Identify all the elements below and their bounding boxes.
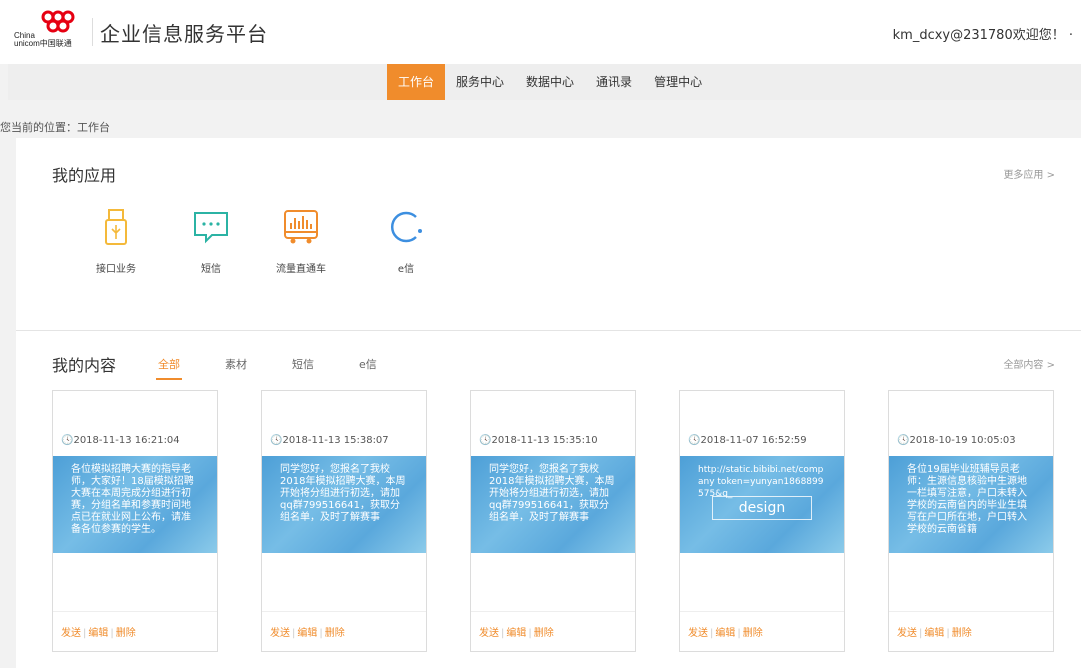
more-apps-link[interactable]: 更多应用 >	[1003, 166, 1055, 181]
design-watermark: design	[712, 496, 812, 520]
edit-button[interactable]: 编辑	[715, 628, 735, 639]
card-actions: 发送 | 编辑 | 删除	[471, 611, 635, 651]
edit-button[interactable]: 编辑	[924, 628, 944, 639]
tab-sms[interactable]: 短信	[292, 356, 314, 380]
clock-icon: 🕓	[479, 435, 492, 446]
action-separator: |	[946, 628, 950, 639]
card-preview: 各位模拟招聘大赛的指导老师，大家好！18届模拟招聘大赛在本周完成分组进行初赛，分…	[53, 456, 217, 553]
send-button[interactable]: 发送	[688, 628, 708, 639]
card-preview-text: 同学您好，您报名了我校2018年模拟招聘大赛，本周开始将分组进行初选，请加qq群…	[489, 464, 615, 523]
delete-button[interactable]: 删除	[952, 628, 972, 639]
card-preview: http://static.bibibi.net/company token=y…	[680, 456, 844, 553]
delete-button[interactable]: 删除	[743, 628, 763, 639]
app-label: 接口业务	[96, 264, 136, 275]
card-preview-text: 同学您好，您报名了我校2018年模拟招聘大赛，本周开始将分组进行初选，请加qq群…	[280, 464, 406, 523]
send-button[interactable]: 发送	[270, 628, 290, 639]
section-divider	[16, 330, 1081, 331]
app-sms[interactable]: 短信	[171, 208, 251, 275]
message-icon	[194, 212, 228, 244]
all-content-link[interactable]: 全部内容 >	[1003, 356, 1055, 371]
delete-button[interactable]: 删除	[116, 628, 136, 639]
card-date: 🕓2018-11-13 16:21:04	[61, 435, 180, 446]
main-nav: 工作台 服务中心 数据中心 通讯录 管理中心	[8, 64, 1081, 100]
card-date: 🕓2018-11-13 15:35:10	[479, 435, 598, 446]
content-card[interactable]: 🕓2018-11-07 16:52:59 http://static.bibib…	[679, 390, 845, 652]
top-header: China unicom中国联通 企业信息服务平台 km_dcxy@231780…	[0, 0, 1081, 64]
unicom-logo[interactable]: China unicom中国联通	[14, 10, 84, 54]
edit-button[interactable]: 编辑	[88, 628, 108, 639]
my-apps-title: 我的应用	[52, 166, 117, 185]
card-date-text: 2018-11-13 15:38:07	[282, 435, 389, 446]
e-icon	[390, 211, 422, 243]
card-date-text: 2018-11-07 16:52:59	[700, 435, 807, 446]
app-e-message[interactable]: e信	[366, 208, 446, 275]
nav-service-center[interactable]: 服务中心	[445, 64, 515, 100]
card-preview: 同学您好，您报名了我校2018年模拟招聘大赛，本周开始将分组进行初选，请加qq群…	[471, 456, 635, 553]
send-button[interactable]: 发送	[61, 628, 81, 639]
send-button[interactable]: 发送	[479, 628, 499, 639]
nav-data-center[interactable]: 数据中心	[515, 64, 585, 100]
nav-contacts[interactable]: 通讯录	[585, 64, 643, 100]
app-label: 短信	[201, 264, 221, 275]
usb-icon	[105, 209, 127, 245]
delete-button[interactable]: 删除	[534, 628, 554, 639]
card-actions: 发送 | 编辑 | 删除	[262, 611, 426, 651]
card-date: 🕓2018-11-07 16:52:59	[688, 435, 807, 446]
my-content-title: 我的内容	[52, 356, 117, 375]
breadcrumb: 您当前的位置：工作台	[0, 121, 110, 134]
card-preview: 同学您好，您报名了我校2018年模拟招聘大赛，本周开始将分组进行初选，请加qq群…	[262, 456, 426, 553]
card-actions: 发送 | 编辑 | 删除	[889, 611, 1053, 651]
action-separator: |	[110, 628, 114, 639]
edit-button[interactable]: 编辑	[297, 628, 317, 639]
workbench-panel: 我的应用 更多应用 > 接口业务 短信 流量直通车 e信 我的内容 全部 素材 …	[16, 138, 1081, 668]
clock-icon: 🕓	[270, 435, 283, 446]
send-button[interactable]: 发送	[897, 628, 917, 639]
content-card[interactable]: 🕓2018-10-19 10:05:03 各位19届毕业班辅导员老师：生源信息核…	[888, 390, 1054, 652]
card-preview: 各位19届毕业班辅导员老师：生源信息核验中生源地一栏填写注意，户口未转入学校的云…	[889, 456, 1053, 553]
bus-icon	[284, 210, 318, 244]
card-actions: 发送 | 编辑 | 删除	[680, 611, 844, 651]
card-date: 🕓2018-10-19 10:05:03	[897, 435, 1016, 446]
tab-e-message[interactable]: e信	[359, 356, 377, 380]
tab-all[interactable]: 全部	[156, 356, 182, 380]
card-preview-text: 各位19届毕业班辅导员老师：生源信息核验中生源地一栏填写注意，户口未转入学校的云…	[907, 464, 1027, 535]
action-separator: |	[528, 628, 532, 639]
logo-wordmark: China unicom中国联通	[14, 32, 72, 48]
clock-icon: 🕓	[897, 435, 910, 446]
clock-icon: 🕓	[61, 435, 74, 446]
content-tabs: 全部 素材 短信 e信	[156, 356, 422, 380]
content-card[interactable]: 🕓2018-11-13 15:38:07 同学您好，您报名了我校2018年模拟招…	[261, 390, 427, 652]
user-greeting[interactable]: km_dcxy@231780欢迎您！ ·	[893, 24, 1073, 43]
nav-workbench[interactable]: 工作台	[387, 64, 446, 100]
card-date: 🕓2018-11-13 15:38:07	[270, 435, 389, 446]
card-date-text: 2018-11-13 15:35:10	[491, 435, 598, 446]
delete-button[interactable]: 删除	[325, 628, 345, 639]
app-label: 流量直通车	[276, 264, 326, 275]
action-separator: |	[737, 628, 741, 639]
tab-material[interactable]: 素材	[225, 356, 247, 380]
app-traffic-express[interactable]: 流量直通车	[261, 208, 341, 275]
card-actions: 发送 | 编辑 | 删除	[53, 611, 217, 651]
nav-items: 工作台 服务中心 数据中心 通讯录 管理中心	[387, 64, 713, 100]
card-date-text: 2018-11-13 16:21:04	[73, 435, 180, 446]
app-label: e信	[397, 264, 415, 275]
card-date-text: 2018-10-19 10:05:03	[909, 435, 1016, 446]
content-card[interactable]: 🕓2018-11-13 15:35:10 同学您好，您报名了我校2018年模拟招…	[470, 390, 636, 652]
header-divider	[92, 18, 93, 46]
platform-title: 企业信息服务平台	[100, 22, 268, 46]
nav-management-center[interactable]: 管理中心	[643, 64, 713, 100]
app-interface-business[interactable]: 接口业务	[76, 208, 156, 275]
clock-icon: 🕓	[688, 435, 701, 446]
edit-button[interactable]: 编辑	[506, 628, 526, 639]
action-separator: |	[319, 628, 323, 639]
card-preview-text: 各位模拟招聘大赛的指导老师，大家好！18届模拟招聘大赛在本周完成分组进行初赛，分…	[71, 464, 194, 535]
content-card[interactable]: 🕓2018-11-13 16:21:04 各位模拟招聘大赛的指导老师，大家好！1…	[52, 390, 218, 652]
card-preview-text: http://static.bibibi.net/company token=y…	[698, 465, 824, 499]
logo-wordmark-line2: unicom中国联通	[14, 39, 72, 48]
